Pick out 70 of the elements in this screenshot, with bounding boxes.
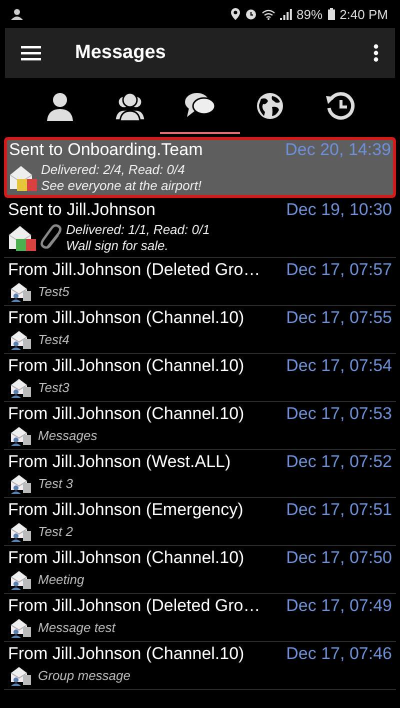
message-date: Dec 17, 07:55 (286, 308, 392, 328)
message-item[interactable]: From Jill.Johnson (Channel.10) Dec 17, 07:54 Test3 (4, 354, 396, 402)
message-preview: Meeting (38, 572, 84, 588)
message-date: Dec 19, 10:30 (286, 200, 392, 220)
message-date: Dec 20, 14:39 (285, 140, 391, 160)
wifi-icon (262, 8, 275, 20)
group-envelope-icon (10, 282, 32, 302)
history-icon (325, 91, 355, 121)
notification-icon (10, 8, 24, 20)
message-date: Dec 17, 07:57 (286, 260, 392, 280)
message-preview: Messages (38, 428, 98, 444)
group-envelope-icon (10, 522, 32, 542)
message-item[interactable]: From Jill.Johnson (Emergency) Dec 17, 07:51 Test 2 (4, 498, 396, 546)
delivery-status: Delivered: 2/4, Read: 0/4 (41, 162, 186, 178)
group-envelope-icon (10, 330, 32, 350)
message-item[interactable]: Sent to Jill.Johnson Dec 19, 10:30 Delivered: 1/1, Read: 0/1 Wall sign for sale. (4, 198, 396, 258)
message-item[interactable]: From Jill.Johnson (Channel.10) Dec 17, 07:55 Test4 (4, 306, 396, 354)
message-title: From Jill.Johnson (Channel.10) (8, 308, 244, 328)
alarm-icon (244, 8, 257, 20)
message-item[interactable]: From Jill.Johnson (Deleted Gro… Dec 17, 07:57 Test5 (4, 258, 396, 306)
group-envelope-icon (10, 474, 32, 494)
signal-icon (280, 8, 292, 20)
group-envelope-icon (10, 426, 32, 446)
menu-icon (21, 45, 41, 61)
message-date: Dec 17, 07:53 (286, 404, 392, 424)
message-title: From Jill.Johnson (Channel.10) (8, 356, 244, 376)
message-preview: See everyone at the airport! (41, 178, 202, 194)
message-title: Sent to Onboarding.Team (9, 140, 203, 160)
message-item[interactable]: From Jill.Johnson (Channel.10) Dec 17, 07:53 Messages (4, 402, 396, 450)
group-envelope-icon (10, 618, 32, 638)
message-title: Sent to Jill.Johnson (8, 200, 156, 220)
message-preview: Message test (38, 620, 116, 636)
group-envelope-icon (10, 570, 32, 590)
message-item[interactable]: From Jill.Johnson (Channel.10) Dec 17, 07:46 Group message (4, 642, 396, 690)
message-preview: Group message (38, 668, 130, 684)
message-preview: Test5 (38, 284, 70, 300)
message-title: From Jill.Johnson (Channel.10) (8, 644, 244, 664)
group-icon (114, 91, 146, 121)
message-title: From Jill.Johnson (Channel.10) (8, 548, 244, 568)
message-date: Dec 17, 07:52 (286, 452, 392, 472)
delivery-status: Delivered: 1/1, Read: 0/1 (66, 222, 210, 238)
battery-icon (328, 8, 335, 20)
message-item[interactable]: From Jill.Johnson (Deleted Gro… Dec 17, 07:49 Message test (4, 594, 396, 642)
message-title: From Jill.Johnson (Deleted Gro… (8, 260, 260, 280)
group-envelope-icon (10, 666, 32, 686)
message-title: From Jill.Johnson (Channel.10) (8, 404, 244, 424)
battery-percent: 89% (296, 6, 323, 22)
more-options-icon (373, 44, 379, 62)
message-date: Dec 17, 07:46 (286, 644, 392, 664)
group-envelope-icon (10, 378, 32, 398)
person-icon (45, 91, 75, 121)
message-date: Dec 17, 07:54 (286, 356, 392, 376)
message-preview: Test 2 (38, 524, 73, 540)
globe-icon (256, 92, 284, 120)
message-title: From Jill.Johnson (Deleted Gro… (8, 596, 260, 616)
message-title: From Jill.Johnson (West.ALL) (8, 452, 231, 472)
message-date: Dec 17, 07:49 (286, 596, 392, 616)
message-date: Dec 17, 07:50 (286, 548, 392, 568)
location-icon (230, 8, 240, 20)
message-preview: Test 3 (38, 476, 73, 492)
message-date: Dec 17, 07:51 (286, 500, 392, 520)
message-preview: Test3 (38, 380, 70, 396)
message-preview: Test4 (38, 332, 70, 348)
message-item[interactable]: From Jill.Johnson (West.ALL) Dec 17, 07:52 Test 3 (4, 450, 396, 498)
clock-time: 2:40 PM (340, 6, 388, 22)
message-preview: Wall sign for sale. (66, 238, 170, 254)
message-item[interactable]: Sent to Onboarding.Team Dec 20, 14:39 Delivered: 2/4, Read: 0/4 See everyone at the airport! (4, 137, 396, 198)
message-title: From Jill.Johnson (Emergency) (8, 500, 244, 520)
message-item[interactable]: From Jill.Johnson (Channel.10) Dec 17, 07:50 Meeting (4, 546, 396, 594)
screen-title: Messages (75, 42, 167, 64)
